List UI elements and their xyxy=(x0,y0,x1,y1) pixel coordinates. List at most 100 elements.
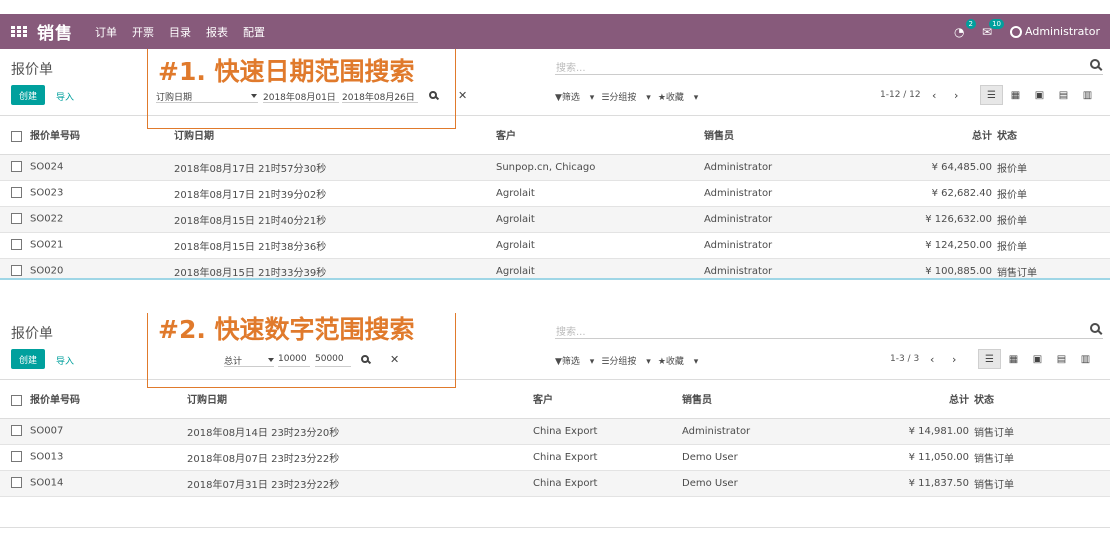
calendar-view-icon[interactable]: ▣ xyxy=(1028,85,1051,105)
table-row[interactable]: SO024 2018年08月17日 21时57分30秒 Sunpop.cn, C… xyxy=(0,154,1110,181)
row-date: 2018年08月15日 21时38分36秒 xyxy=(174,232,496,259)
row-status: 报价单 xyxy=(992,180,1110,207)
top-navbar: 销售 订单 开票 目录 报表 配置 ◔ 2 ✉ 10 Administrator xyxy=(0,14,1110,49)
create-button[interactable]: 创建 xyxy=(11,85,45,105)
search-options: ▼筛选 ▾ ☰分组按 ▾ ★收藏 ▾ xyxy=(555,354,705,367)
apps-grid-icon[interactable] xyxy=(11,25,27,38)
menu-catalog[interactable]: 目录 xyxy=(169,24,191,40)
create-button[interactable]: 创建 xyxy=(11,349,45,369)
search-icon[interactable] xyxy=(1090,323,1100,333)
table-row[interactable]: SO014 2018年07月31日 23时23分22秒 China Export… xyxy=(0,470,1110,497)
menu-reports[interactable]: 报表 xyxy=(206,24,228,40)
row-customer: Agrolait xyxy=(496,258,704,278)
pager-value[interactable]: 1-12 / 12 xyxy=(880,90,921,100)
col-total[interactable]: 总计 xyxy=(880,380,969,419)
pivot-view-icon[interactable]: ▤ xyxy=(1050,349,1073,369)
kanban-view-icon[interactable]: ▦ xyxy=(1004,85,1027,105)
pager-prev-icon[interactable]: ‹ xyxy=(930,353,934,366)
col-customer[interactable]: 客户 xyxy=(496,116,704,155)
groupby-dropdown[interactable]: ☰分组按 ▾ xyxy=(601,354,650,367)
search-input[interactable]: 搜索... xyxy=(555,59,1103,75)
favorites-dropdown[interactable]: ★收藏 ▾ xyxy=(658,90,698,103)
menu-invoicing[interactable]: 开票 xyxy=(132,24,154,40)
row-number: SO024 xyxy=(30,161,64,173)
row-date: 2018年08月07日 23时23分22秒 xyxy=(187,444,533,471)
groupby-dropdown[interactable]: ☰分组按 ▾ xyxy=(601,90,650,103)
row-number: SO007 xyxy=(30,425,64,437)
row-checkbox[interactable] xyxy=(11,425,22,437)
row-status: 销售订单 xyxy=(969,444,1110,471)
messages-badge: 10 xyxy=(989,18,1004,29)
row-checkbox[interactable] xyxy=(11,477,22,489)
control-panel: 报价单 创建 导入 总计 10000 50000 ✕ #2. 快速数字范围搜索 … xyxy=(0,313,1110,388)
app-brand[interactable]: 销售 xyxy=(37,19,73,44)
col-status[interactable]: 状态 xyxy=(992,116,1110,155)
row-total: ¥ 11,050.00 xyxy=(880,444,969,471)
user-menu[interactable]: Administrator xyxy=(1010,25,1100,38)
col-date[interactable]: 订购日期 xyxy=(174,116,496,155)
topbar-systray: ◔ 2 ✉ 10 Administrator xyxy=(954,18,1100,39)
col-salesperson[interactable]: 销售员 xyxy=(704,116,901,155)
table-header: 报价单号码 订购日期 客户 销售员 总计 状态 xyxy=(0,116,1110,155)
calendar-view-icon[interactable]: ▣ xyxy=(1026,349,1049,369)
search-icon[interactable] xyxy=(1090,59,1100,69)
favorites-dropdown[interactable]: ★收藏 ▾ xyxy=(658,354,698,367)
list-view-icon[interactable]: ☰ xyxy=(978,349,1001,369)
col-total[interactable]: 总计 xyxy=(901,116,992,155)
kanban-view-icon[interactable]: ▦ xyxy=(1002,349,1025,369)
row-checkbox[interactable] xyxy=(11,239,22,251)
row-status: 销售订单 xyxy=(969,418,1110,445)
search-placeholder: 搜索... xyxy=(556,63,586,74)
row-checkbox[interactable] xyxy=(11,187,22,199)
pivot-view-icon[interactable]: ▤ xyxy=(1052,85,1075,105)
pager-value[interactable]: 1-3 / 3 xyxy=(890,354,919,364)
col-number[interactable]: 报价单号码 xyxy=(0,380,187,419)
row-checkbox[interactable] xyxy=(11,213,22,225)
row-customer: Agrolait xyxy=(496,180,704,207)
callout-label: #2. 快速数字范围搜索 xyxy=(158,315,415,344)
row-checkbox[interactable] xyxy=(11,161,22,173)
row-number: SO023 xyxy=(30,187,64,199)
menu-orders[interactable]: 订单 xyxy=(95,24,117,40)
select-all-checkbox[interactable] xyxy=(11,130,22,142)
row-total: ¥ 62,682.40 xyxy=(901,180,992,207)
row-salesperson: Administrator xyxy=(704,206,901,233)
pager-next-icon[interactable]: › xyxy=(952,353,956,366)
row-checkbox[interactable] xyxy=(11,265,22,277)
row-date: 2018年08月17日 21时57分30秒 xyxy=(174,154,496,181)
menu-config[interactable]: 配置 xyxy=(243,24,265,40)
row-total: ¥ 100,885.00 xyxy=(901,258,992,278)
messages-chat-icon[interactable]: ✉ 10 xyxy=(982,18,1004,39)
col-date[interactable]: 订购日期 xyxy=(187,380,533,419)
pager-next-icon[interactable]: › xyxy=(954,89,958,102)
graph-view-icon[interactable]: ▥ xyxy=(1074,349,1097,369)
import-button[interactable]: 导入 xyxy=(56,90,74,103)
callout-label: #1. 快速日期范围搜索 xyxy=(158,57,415,86)
control-panel: 报价单 创建 导入 订购日期 2018年08月01日 2018年08月26日 ✕… xyxy=(0,49,1110,129)
graph-view-icon[interactable]: ▥ xyxy=(1076,85,1099,105)
filters-dropdown[interactable]: ▼筛选 ▾ xyxy=(555,354,594,367)
table-row[interactable]: SO007 2018年08月14日 23时23分20秒 China Export… xyxy=(0,418,1110,445)
activity-clock-icon[interactable]: ◔ 2 xyxy=(954,18,976,39)
table-row[interactable]: SO022 2018年08月15日 21时40分21秒 Agrolait Adm… xyxy=(0,206,1110,233)
list-view-icon[interactable]: ☰ xyxy=(980,85,1003,105)
row-checkbox[interactable] xyxy=(11,451,22,463)
table-row[interactable]: SO023 2018年08月17日 21时39分02秒 Agrolait Adm… xyxy=(0,180,1110,207)
row-total: ¥ 14,981.00 xyxy=(880,418,969,445)
col-salesperson[interactable]: 销售员 xyxy=(682,380,880,419)
filters-dropdown[interactable]: ▼筛选 ▾ xyxy=(555,90,594,103)
col-customer[interactable]: 客户 xyxy=(533,380,682,419)
pager-prev-icon[interactable]: ‹ xyxy=(932,89,936,102)
table-row[interactable]: SO021 2018年08月15日 21时38分36秒 Agrolait Adm… xyxy=(0,232,1110,259)
row-customer: China Export xyxy=(533,418,682,445)
search-input[interactable]: 搜索... xyxy=(555,323,1103,339)
select-all-checkbox[interactable] xyxy=(11,394,22,406)
search-options: ▼筛选 ▾ ☰分组按 ▾ ★收藏 ▾ xyxy=(555,90,705,103)
table-row[interactable]: SO020 2018年08月15日 21时33分39秒 Agrolait Adm… xyxy=(0,258,1110,278)
col-number[interactable]: 报价单号码 xyxy=(0,116,174,155)
row-date: 2018年08月15日 21时40分21秒 xyxy=(174,206,496,233)
import-button[interactable]: 导入 xyxy=(56,354,74,367)
col-status[interactable]: 状态 xyxy=(969,380,1110,419)
table-row[interactable]: SO013 2018年08月07日 23时23分22秒 China Export… xyxy=(0,444,1110,471)
range-clear-icon[interactable]: ✕ xyxy=(458,89,467,102)
